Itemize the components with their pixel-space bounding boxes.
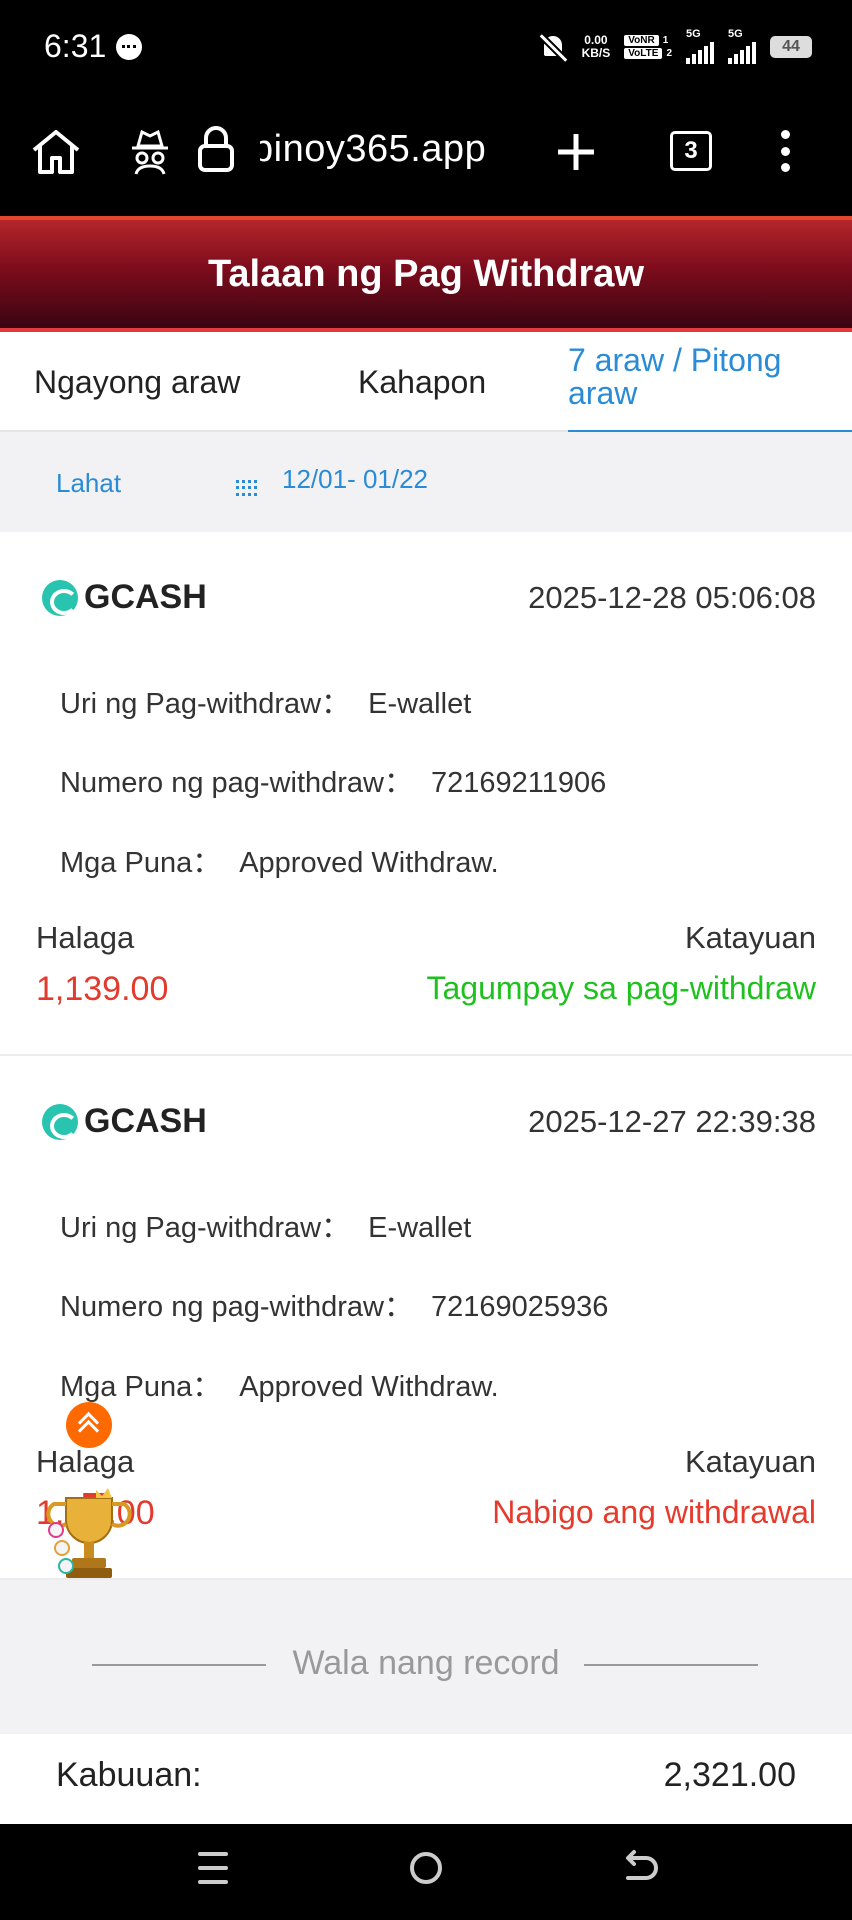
nav-home-icon[interactable] [410,1852,442,1884]
remarks-label: Mga Puna： [60,1371,222,1403]
bell-muted-icon [540,32,568,62]
status-bar: 6:31 0.00 KB/S VoNR 1 VoLTE 2 5G 5G 44 [0,0,852,98]
withdraw-record[interactable]: GCASH 2025-12-28 05:06:08 Uri ng Pag-wit… [0,532,852,1056]
record-number-row: Numero ng pag-withdraw： 72169025936 [60,1283,608,1325]
total-value: 2,321.00 [663,1756,796,1794]
speed-unit: KB/S [581,46,611,60]
amount-label: Halaga [36,1444,135,1479]
status-value: Tagumpay sa pag-withdraw [426,970,816,1006]
vonr-tag: VoNR [624,35,659,46]
system-nav-bar [0,1824,852,1920]
record-remarks-row: Mga Puna： Approved Withdraw. [60,839,499,881]
chat-notification-icon [116,34,142,60]
status-label: Katayuan [685,920,816,955]
type-label: Uri ng Pag-withdraw： [60,1212,351,1244]
date-range-selector[interactable]: 12/01- 01/22 [282,464,428,495]
number-label: Numero ng pag-withdraw： [60,767,413,799]
tab-7-days[interactable]: 7 araw / Pitong araw [568,332,852,434]
remarks-label: Mga Puna： [60,847,222,879]
signal-5g-2-icon: 5G [728,28,756,64]
divider-line [584,1664,758,1666]
nav-back-icon[interactable] [622,1848,658,1888]
number-label: Numero ng pag-withdraw： [60,1291,413,1323]
record-datetime: 2025-12-27 22:39:38 [528,1104,816,1139]
total-label: Kabuuan: [56,1756,202,1794]
more-vert-icon[interactable] [779,130,791,172]
type-value: E-wallet [368,688,472,720]
battery-icon: 44 [770,36,812,58]
type-filter[interactable]: Lahat [56,468,121,499]
scroll-top-icon[interactable] [66,1402,112,1448]
type-value: E-wallet [368,1212,472,1244]
remarks-value: Approved Withdraw. [239,1371,499,1403]
calendar-grid-icon[interactable] [236,480,258,496]
gcash-logo-icon [42,1104,78,1140]
net2-label: 5G [728,28,743,40]
volte-indicator: VoNR 1 VoLTE 2 [624,35,672,59]
tabs-icon[interactable]: 3 [670,131,712,171]
record-datetime: 2025-12-28 05:06:08 [528,580,816,615]
record-remarks-row: Mga Puna： Approved Withdraw. [60,1363,499,1405]
remarks-value: Approved Withdraw. [239,847,499,879]
url-text[interactable]: pinoy365.app [260,128,486,171]
network-speed: 0.00 KB/S [582,34,611,60]
tab-yesterday[interactable]: Kahapon [358,332,486,432]
nav-menu-icon[interactable] [198,1852,228,1884]
sim2-label: 2 [666,48,672,59]
tab-today[interactable]: Ngayong araw [34,332,240,432]
period-tabs: Ngayong araw Kahapon 7 araw / Pitong ara… [0,332,852,434]
home-icon[interactable] [30,128,82,176]
status-value: Nabigo ang withdrawal [492,1494,816,1530]
status-label: Katayuan [685,1444,816,1479]
amount-label: Halaga [36,920,135,955]
amount-value: 1,139.00 [36,970,169,1008]
record-number-row: Numero ng pag-withdraw： 72169211906 [60,759,606,801]
trophy-icon[interactable] [44,1486,134,1588]
gcash-logo-icon [42,580,78,616]
incognito-icon[interactable] [130,128,170,176]
filter-bar: Lahat 12/01- 01/22 [0,432,852,532]
status-icons: 0.00 KB/S VoNR 1 VoLTE 2 5G 5G 44 [540,28,812,64]
page-header: Talaan ng Pag Withdraw [0,216,852,332]
type-label: Uri ng Pag-withdraw： [60,688,351,720]
number-value: 72169211906 [431,767,607,799]
page-title: Talaan ng Pag Withdraw [208,252,644,295]
no-more-records: Wala nang record [0,1580,852,1734]
total-bar: Kabuuan: 2,321.00 [0,1734,852,1824]
record-brand: GCASH [84,1102,207,1140]
number-value: 72169025936 [431,1291,609,1323]
signal-5g-1-icon: 5G [686,28,714,64]
status-time: 6:31 [44,28,107,64]
net1-label: 5G [686,28,701,40]
record-type-row: Uri ng Pag-withdraw： E-wallet [60,1204,471,1246]
record-type-row: Uri ng Pag-withdraw： E-wallet [60,680,471,722]
record-brand: GCASH [84,578,207,616]
volte-tag: VoLTE [624,48,663,59]
lock-icon [198,126,234,172]
plus-icon[interactable] [556,132,596,172]
sim1-label: 1 [662,35,669,46]
